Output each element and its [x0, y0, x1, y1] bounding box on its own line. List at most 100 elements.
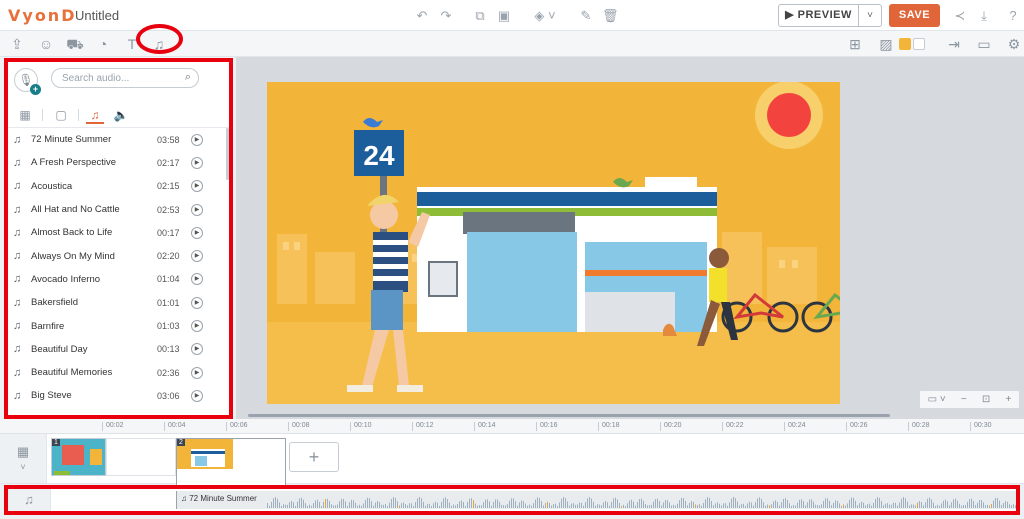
list-item[interactable]: ♫ Bakersfield 01:01 ▶ [8, 291, 225, 314]
divider [42, 109, 43, 121]
play-icon[interactable]: ▶ [191, 250, 203, 263]
list-item[interactable]: ♫ Acoustica 02:15 ▶ [8, 175, 225, 198]
layers-dropdown-icon[interactable]: ◈ ˅ [530, 8, 560, 24]
timeline-tick: 00:06 [226, 422, 248, 431]
undo-icon[interactable]: ↶ [414, 8, 430, 24]
music-note-icon: ♫ [13, 226, 22, 239]
props-icon[interactable]: ⛟ [66, 35, 84, 53]
scene-number: 1 [52, 439, 60, 446]
list-item[interactable]: ♫ Big Steve 03:06 ▶ [8, 384, 225, 407]
zoom-controls: ▭ ˅ − ⊡ + [919, 390, 1020, 409]
help-icon[interactable]: ? [1005, 8, 1021, 24]
preview-button[interactable]: ▶ PREVIEW ˅ [778, 4, 882, 27]
timeline-tick: 00:04 [164, 422, 186, 431]
music-note-icon: ♫ [13, 296, 22, 309]
music-note-icon: ♫ [13, 156, 22, 169]
list-item[interactable]: ♫ Almost Back to Life 00:17 ▶ [8, 221, 225, 244]
record-voice-button[interactable]: 🎙 + [14, 68, 41, 95]
zoom-in-icon[interactable]: + [1006, 394, 1012, 405]
vyond-logo[interactable]: VyonD [8, 6, 76, 25]
play-icon[interactable]: ▶ [191, 156, 203, 169]
enter-icon[interactable]: ⇥ [945, 35, 963, 53]
timeline-ruler[interactable]: 00:02 00:04 00:06 00:08 00:10 00:12 00:14 00:16… [0, 419, 1024, 434]
list-item[interactable]: ♫ Barnfire 01:03 ▶ [8, 314, 225, 337]
track-name: Always On My Mind [31, 250, 115, 262]
play-icon[interactable]: ▶ [191, 226, 203, 239]
add-scene-button[interactable]: + [289, 442, 339, 472]
paste-icon[interactable]: ▣ [496, 8, 512, 24]
music-note-icon: ♫ [13, 343, 22, 356]
tab-sound-effects[interactable]: 🔈 [112, 106, 130, 124]
upload-icon[interactable]: ⇪ [8, 35, 26, 53]
scene-1-duration[interactable] [106, 438, 176, 476]
annotation-circle [136, 24, 183, 54]
search-input[interactable] [62, 69, 182, 87]
play-icon[interactable]: ▶ [191, 273, 203, 286]
list-item[interactable]: ♫ A Fresh Perspective 02:17 ▶ [8, 151, 225, 174]
scene-layout-icon[interactable]: ⊞ [846, 35, 864, 53]
audio-clip[interactable]: ♫ 72 Minute Summer [176, 491, 1016, 509]
play-icon[interactable]: ▶ [191, 180, 203, 193]
paint-icon[interactable]: ✎ [578, 8, 594, 24]
color-swatch-orange[interactable] [899, 38, 911, 50]
track-duration: 01:01 [157, 297, 180, 308]
redo-icon[interactable]: ↷ [438, 8, 454, 24]
zoom-out-icon[interactable]: − [961, 394, 967, 405]
track-duration: 02:15 [157, 181, 180, 192]
fit-icon[interactable]: ⊡ [982, 394, 990, 405]
scene-1-preview [52, 439, 105, 475]
chart-icon[interactable]: ◔ [94, 35, 112, 53]
view-mode-icon[interactable]: ▭ ˅ [928, 394, 946, 405]
share-icon[interactable]: ≺ [952, 8, 968, 24]
document-title[interactable]: Untitled [75, 8, 119, 23]
list-item[interactable]: ♫ Always On My Mind 02:20 ▶ [8, 244, 225, 267]
color-swatch-white[interactable] [913, 38, 925, 50]
play-icon[interactable]: ▶ [191, 320, 203, 333]
list-item[interactable]: ♫ Beautiful Memories 02:36 ▶ [8, 361, 225, 384]
track-name: Beautiful Memories [31, 367, 113, 379]
scene-canvas[interactable]: 24 [267, 82, 840, 404]
list-item[interactable]: ♫ All Hat and No Cattle 02:53 ▶ [8, 198, 225, 221]
character-icon[interactable]: ☺ [37, 35, 55, 53]
chevron-down-icon[interactable]: ˅ [859, 10, 881, 21]
scene-track-header[interactable]: ▦ ˅ [0, 434, 47, 483]
audio-search[interactable]: ⌕ [51, 68, 199, 88]
tab-video[interactable]: ▦ [16, 106, 34, 124]
play-icon[interactable]: ▶ [191, 366, 203, 379]
play-icon[interactable]: ▶ [191, 133, 203, 146]
track-name: All Hat and No Cattle [31, 204, 120, 216]
timeline-tick: 00:26 [846, 422, 868, 431]
camera-icon[interactable]: ▭ [975, 35, 993, 53]
track-duration: 02:17 [157, 157, 180, 168]
preview-button-label[interactable]: ▶ PREVIEW [779, 5, 859, 26]
play-icon[interactable]: ▶ [191, 343, 203, 356]
stage-scrollbar[interactable] [248, 414, 890, 417]
timeline-tick: 00:24 [784, 422, 806, 431]
scene-thumbnail-1[interactable]: 1 [51, 438, 106, 476]
copy-icon[interactable]: ⧉ [472, 8, 488, 24]
search-icon[interactable]: ⌕ [185, 71, 191, 84]
list-item[interactable]: ♫ Beautiful Day 00:13 ▶ [8, 338, 225, 361]
tab-folder[interactable]: ▢ [52, 106, 70, 124]
scene-thumbnail-2[interactable]: 2 [176, 438, 286, 490]
settings-icon[interactable]: ⚙ [1005, 35, 1023, 53]
play-icon[interactable]: ▶ [191, 203, 203, 216]
timeline-tick: 00:20 [660, 422, 682, 431]
panel-scrollbar[interactable] [226, 128, 229, 180]
download-icon[interactable]: ⤓ [976, 8, 992, 24]
timeline-tick: 00:22 [722, 422, 744, 431]
save-button[interactable]: SAVE [889, 4, 940, 27]
music-note-icon: ♫ [13, 250, 22, 263]
tab-music[interactable]: ♫ [86, 106, 104, 124]
list-item[interactable]: ♫ Avocado Inferno 01:04 ▶ [8, 268, 225, 291]
image-icon[interactable]: ▨ [877, 35, 895, 53]
track-name: Bakersfield [31, 297, 78, 309]
music-note-icon: ♫ [13, 273, 22, 286]
chevron-down-icon[interactable]: ˅ [0, 462, 46, 472]
delete-icon[interactable]: 🗑 [602, 8, 619, 24]
audio-track-header[interactable]: ♫ [8, 489, 51, 511]
play-icon[interactable]: ▶ [191, 296, 203, 309]
list-item[interactable]: ♫ 72 Minute Summer 03:58 ▶ [8, 128, 225, 151]
play-icon[interactable]: ▶ [191, 389, 203, 402]
audio-track: ♫ ♫ 72 Minute Summer [4, 485, 1020, 515]
